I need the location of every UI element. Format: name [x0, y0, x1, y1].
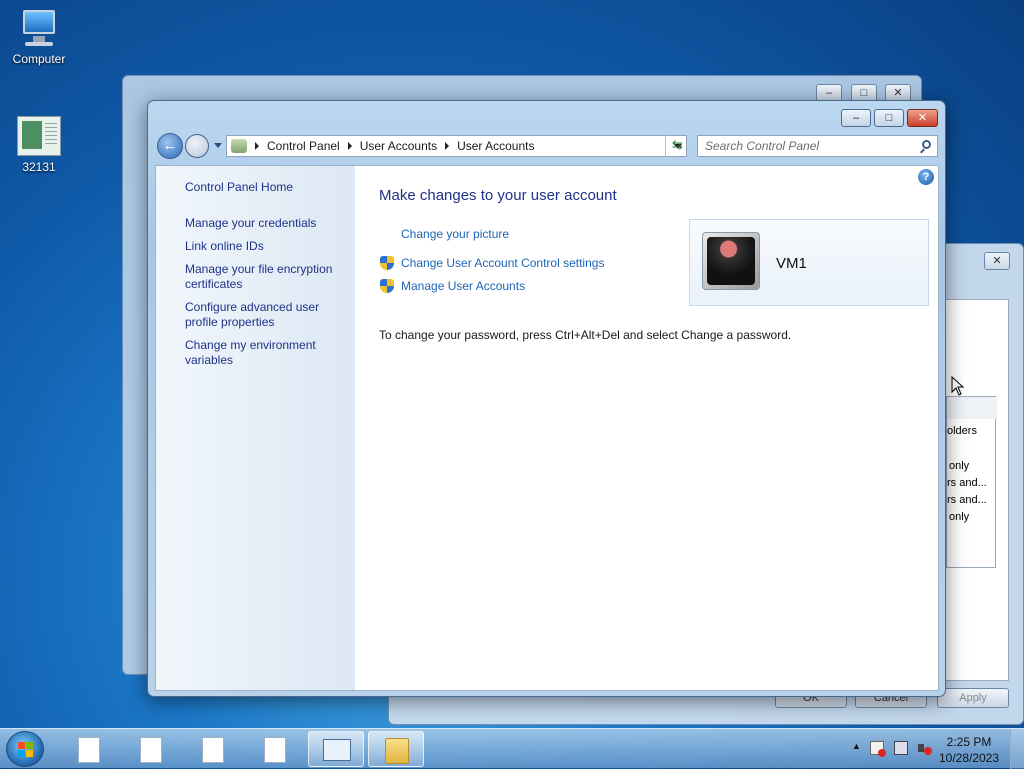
- search-icon[interactable]: [922, 140, 931, 149]
- computer-icon: [17, 8, 61, 48]
- taskbar-item-document[interactable]: [122, 731, 178, 767]
- volume-muted-icon[interactable]: [918, 741, 932, 755]
- document-icon: [140, 737, 162, 763]
- help-icon[interactable]: ?: [918, 169, 934, 185]
- taskbar-item-document[interactable]: [184, 731, 240, 767]
- breadcrumb-user-accounts[interactable]: User Accounts: [360, 139, 437, 153]
- list-item: olders: [947, 425, 977, 437]
- back-button[interactable]: ←: [157, 133, 183, 159]
- uac-shield-icon: [380, 256, 394, 271]
- system-tray: ▲ 2:25 PM 10/28/2023: [834, 729, 1024, 769]
- user-accounts-icon: [231, 139, 247, 153]
- document-icon: [17, 116, 61, 156]
- control-panel-icon: [323, 739, 351, 761]
- user-name: VM1: [776, 255, 807, 272]
- desktop-icon-32131[interactable]: 32131: [3, 116, 75, 174]
- taskbar-item-document[interactable]: [246, 731, 302, 767]
- breadcrumb-control-panel[interactable]: Control Panel: [267, 139, 340, 153]
- maximize-button[interactable]: □: [874, 109, 904, 127]
- chevron-right-icon[interactable]: [255, 142, 259, 150]
- mouse-cursor-icon: [951, 376, 965, 396]
- control-panel-home-link[interactable]: Control Panel Home: [185, 180, 345, 195]
- environment-variables-link[interactable]: Change my environment variables: [185, 338, 345, 368]
- link-online-ids-link[interactable]: Link online IDs: [185, 239, 345, 254]
- desktop-icon-computer[interactable]: Computer: [3, 8, 75, 66]
- advanced-profile-properties-link[interactable]: Configure advanced user profile properti…: [185, 300, 345, 330]
- recent-pages-icon[interactable]: [214, 143, 222, 148]
- document-icon: [78, 737, 100, 763]
- taskbar: ▲ 2:25 PM 10/28/2023: [0, 728, 1024, 769]
- network-icon[interactable]: [894, 741, 908, 755]
- user-card: VM1: [689, 219, 929, 306]
- list-item: rs and...: [947, 494, 987, 506]
- change-picture-link[interactable]: Change your picture: [401, 227, 509, 241]
- turntable-picture-icon: [707, 237, 755, 285]
- close-button[interactable]: ✕: [907, 109, 938, 127]
- folder-icon: [385, 738, 409, 764]
- clock-time: 2:25 PM: [946, 735, 992, 749]
- start-button[interactable]: [6, 731, 44, 767]
- content-area: Control Panel Home Manage your credentia…: [155, 165, 939, 691]
- manage-credentials-link[interactable]: Manage your credentials: [185, 216, 345, 231]
- arrow-left-icon: ←: [162, 137, 178, 154]
- document-icon: [264, 737, 286, 763]
- desktop-icon-label: Computer: [12, 52, 66, 66]
- windows-flag-icon: [18, 742, 33, 757]
- uac-settings-link[interactable]: Change User Account Control settings: [401, 256, 604, 270]
- uac-shield-icon: [380, 279, 394, 294]
- list-item: only: [949, 511, 970, 523]
- search-placeholder: Search Control Panel: [705, 139, 820, 153]
- user-accounts-window[interactable]: – □ ✕ ← Control Panel User Accounts User…: [147, 100, 946, 697]
- desktop-icon-label: 32131: [22, 160, 56, 174]
- password-note: To change your password, press Ctrl+Alt+…: [379, 328, 792, 342]
- show-desktop-button[interactable]: [1010, 729, 1024, 769]
- taskbar-item-control-panel[interactable]: [308, 731, 364, 767]
- manage-user-accounts-link[interactable]: Manage User Accounts: [401, 279, 525, 293]
- refresh-button[interactable]: ⇆: [665, 135, 689, 157]
- clock[interactable]: 2:25 PM 10/28/2023: [934, 734, 1004, 766]
- page-title: Make changes to your user account: [379, 187, 617, 204]
- document-icon: [202, 737, 224, 763]
- show-hidden-icons-button[interactable]: ▲: [852, 741, 861, 751]
- action-center-icon[interactable]: [870, 741, 886, 757]
- chevron-right-icon[interactable]: [445, 142, 450, 150]
- forward-button[interactable]: [185, 134, 209, 158]
- list-item: only: [949, 460, 970, 472]
- avatar: [702, 232, 760, 290]
- address-bar[interactable]: Control Panel User Accounts User Account…: [226, 135, 687, 157]
- taskbar-item-document[interactable]: [60, 731, 116, 767]
- breadcrumb-user-accounts-current[interactable]: User Accounts: [457, 139, 534, 153]
- chevron-right-icon[interactable]: [347, 142, 352, 150]
- list-item: rs and...: [947, 477, 987, 489]
- clock-date: 10/28/2023: [938, 751, 1000, 765]
- permissions-list[interactable]: olders only rs and... rs and... only: [946, 396, 997, 568]
- minimize-button[interactable]: –: [841, 109, 871, 127]
- search-input[interactable]: Search Control Panel: [697, 135, 938, 157]
- refresh-icon: ⇆: [672, 137, 683, 152]
- dialog-panel: olders only rs and... rs and... only: [945, 299, 1009, 681]
- taskbar-item-explorer[interactable]: [368, 731, 424, 767]
- file-encryption-certificates-link[interactable]: Manage your file encryption certificates: [185, 262, 345, 292]
- apply-button[interactable]: Apply: [937, 688, 1009, 708]
- left-pane: Control Panel Home Manage your credentia…: [156, 166, 355, 690]
- close-button[interactable]: ✕: [984, 252, 1010, 270]
